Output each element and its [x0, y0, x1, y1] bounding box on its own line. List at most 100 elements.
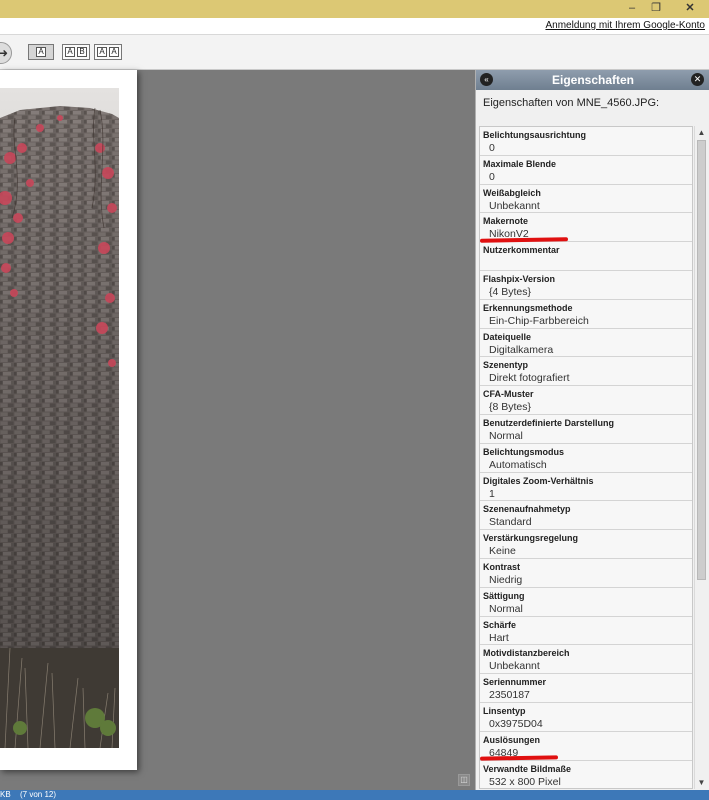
view-compare-aa-group: A A [94, 44, 122, 60]
property-value: Digitalkamera [489, 343, 554, 356]
scroll-up-icon[interactable]: ▲ [695, 126, 708, 139]
property-value: Unbekannt [489, 199, 540, 212]
property-label: Belichtungsausrichtung [483, 130, 587, 140]
property-label: Linsentyp [483, 705, 526, 716]
property-label: Erkennungsmethode [483, 302, 573, 313]
property-row[interactable]: Digitales Zoom-Verhältnis 1 [480, 472, 692, 502]
property-label: Benutzerdefinierte Darstellung [483, 417, 615, 428]
property-row[interactable]: Szenentyp Direkt fotografiert [480, 357, 692, 387]
property-row[interactable]: Sättigung Normal [480, 587, 692, 617]
google-login-link[interactable]: Anmeldung mit Ihrem Google-Konto [545, 20, 705, 31]
property-row[interactable]: Linsentyp 0x3975D04 [480, 702, 692, 732]
property-value: Standard [489, 516, 532, 529]
viewer-toolbar: ➜ A A B A A [0, 35, 709, 70]
property-row[interactable]: Maximale Blende 0 [480, 155, 692, 185]
property-label: Maximale Blende [483, 158, 557, 169]
property-value: {8 Bytes} [489, 401, 532, 414]
property-row[interactable]: Seriennummer 2350187 [480, 674, 692, 703]
compare-a1-label: A [97, 47, 107, 57]
property-value: Automatisch [489, 458, 547, 471]
next-image-button[interactable]: ➜ [0, 42, 12, 64]
property-value: Hart [489, 631, 509, 644]
property-row[interactable]: Weißabgleich Unbekannt [480, 184, 692, 214]
scroll-thumb[interactable] [697, 140, 706, 580]
panel-header: « Eigenschaften ✕ [476, 70, 709, 90]
property-row[interactable]: Kontrast Niedrig [480, 558, 692, 588]
restore-button[interactable]: ❐ [645, 0, 667, 18]
status-image-count: (7 von 12) [20, 790, 57, 799]
property-row[interactable]: Benutzerdefinierte Darstellung Normal [480, 414, 692, 444]
property-label: Motivdistanzbereich [483, 648, 570, 659]
property-row[interactable]: Motivdistanzbereich Unbekannt [480, 645, 692, 675]
property-value: Direkt fotografiert [489, 372, 570, 385]
property-label: Digitales Zoom-Verhältnis [483, 475, 594, 486]
view-compare-aa-button[interactable]: A A [94, 44, 122, 60]
properties-panel: « Eigenschaften ✕ Eigenschaften von MNE_… [475, 70, 709, 790]
photo-stone-wall [0, 88, 119, 748]
property-value: 0x3975D04 [489, 717, 543, 730]
property-row[interactable]: Belichtungsmodus Automatisch [480, 443, 692, 473]
property-value: Normal [489, 429, 523, 442]
view-compare-ab-button[interactable]: A B [62, 44, 90, 60]
property-label: Nutzerkommentar [483, 245, 560, 256]
view-compare-ab-group: A B [62, 44, 90, 60]
panel-title: Eigenschaften [551, 73, 635, 87]
property-row[interactable]: Verwandte Bildmaße 532 x 800 Pixel [480, 760, 692, 788]
property-row[interactable]: Nutzerkommentar [480, 242, 692, 271]
property-label: Makernote [483, 216, 529, 227]
property-value [483, 257, 692, 270]
window-titlebar: – ❐ ✕ [0, 0, 709, 18]
property-value: 0 [489, 170, 495, 183]
close-icon[interactable]: ✕ [691, 73, 704, 86]
view-single-button[interactable]: A [28, 44, 54, 60]
compare-b-label: B [77, 47, 87, 57]
property-row[interactable]: Schärfe Hart [480, 616, 692, 646]
property-value: Keine [489, 545, 516, 558]
property-value: {4 Bytes} [489, 285, 532, 298]
compare-a2-label: A [109, 47, 119, 57]
property-label: Weißabgleich [483, 187, 541, 198]
property-row[interactable]: Belichtungsausrichtung 0 [480, 127, 692, 156]
scroll-down-icon[interactable]: ▼ [695, 776, 708, 789]
property-value: 532 x 800 Pixel [489, 775, 561, 788]
property-row[interactable]: Erkennungsmethode Ein-Chip-Farbbereich [480, 299, 692, 329]
property-label: CFA-Muster [483, 389, 534, 400]
property-label: Verstärkungsregelung [483, 533, 579, 544]
status-file-size: KB [0, 790, 11, 799]
image-viewer[interactable]: ◫ [0, 70, 475, 790]
panel-subtitle: Eigenschaften von MNE_4560.JPG: [483, 97, 660, 109]
property-scrollbar[interactable]: ▲ ▼ [694, 126, 707, 789]
property-label: Kontrast [483, 561, 521, 572]
property-row[interactable]: Dateiquelle Digitalkamera [480, 328, 692, 358]
property-list[interactable]: Belichtungsausrichtung 0 Maximale Blende 0 W… [479, 126, 693, 789]
property-label: Dateiquelle [483, 331, 532, 342]
close-window-button[interactable]: ✕ [671, 0, 709, 18]
property-row[interactable]: CFA-Muster {8 Bytes} [480, 386, 692, 415]
property-row[interactable]: Szenenaufnahmetyp Standard [480, 501, 692, 531]
property-label: Szenenaufnahmetyp [483, 504, 571, 515]
property-label: Schärfe [483, 619, 517, 630]
property-label: Verwandte Bildmaße [483, 763, 572, 774]
property-label: Belichtungsmodus [483, 446, 565, 457]
compare-a-label: A [65, 47, 75, 57]
property-row[interactable]: Verstärkungsregelung Keine [480, 530, 692, 559]
property-label: Seriennummer [483, 677, 547, 688]
property-label: Szenentyp [483, 360, 529, 371]
property-label: Auslösungen [483, 734, 541, 745]
minimize-button[interactable]: – [621, 0, 643, 18]
view-mode-group: A [28, 44, 54, 60]
account-bar: Anmeldung mit Ihrem Google-Konto [0, 18, 709, 35]
photo-frame [0, 70, 137, 770]
property-value: 2350187 [489, 689, 530, 702]
view-single-label: A [36, 47, 46, 57]
property-value: 1 [489, 487, 495, 500]
property-value: Ein-Chip-Farbbereich [489, 314, 589, 327]
property-value: Niedrig [489, 573, 523, 586]
photo-image[interactable] [0, 88, 119, 748]
property-row[interactable]: Flashpix-Version {4 Bytes} [480, 270, 692, 300]
property-value: Unbekannt [489, 660, 540, 673]
property-value: 0 [489, 142, 495, 154]
arrow-right-icon: ➜ [0, 46, 8, 60]
status-bar: KB (7 von 12) [0, 790, 709, 800]
viewer-resize-grip[interactable]: ◫ [458, 774, 470, 786]
